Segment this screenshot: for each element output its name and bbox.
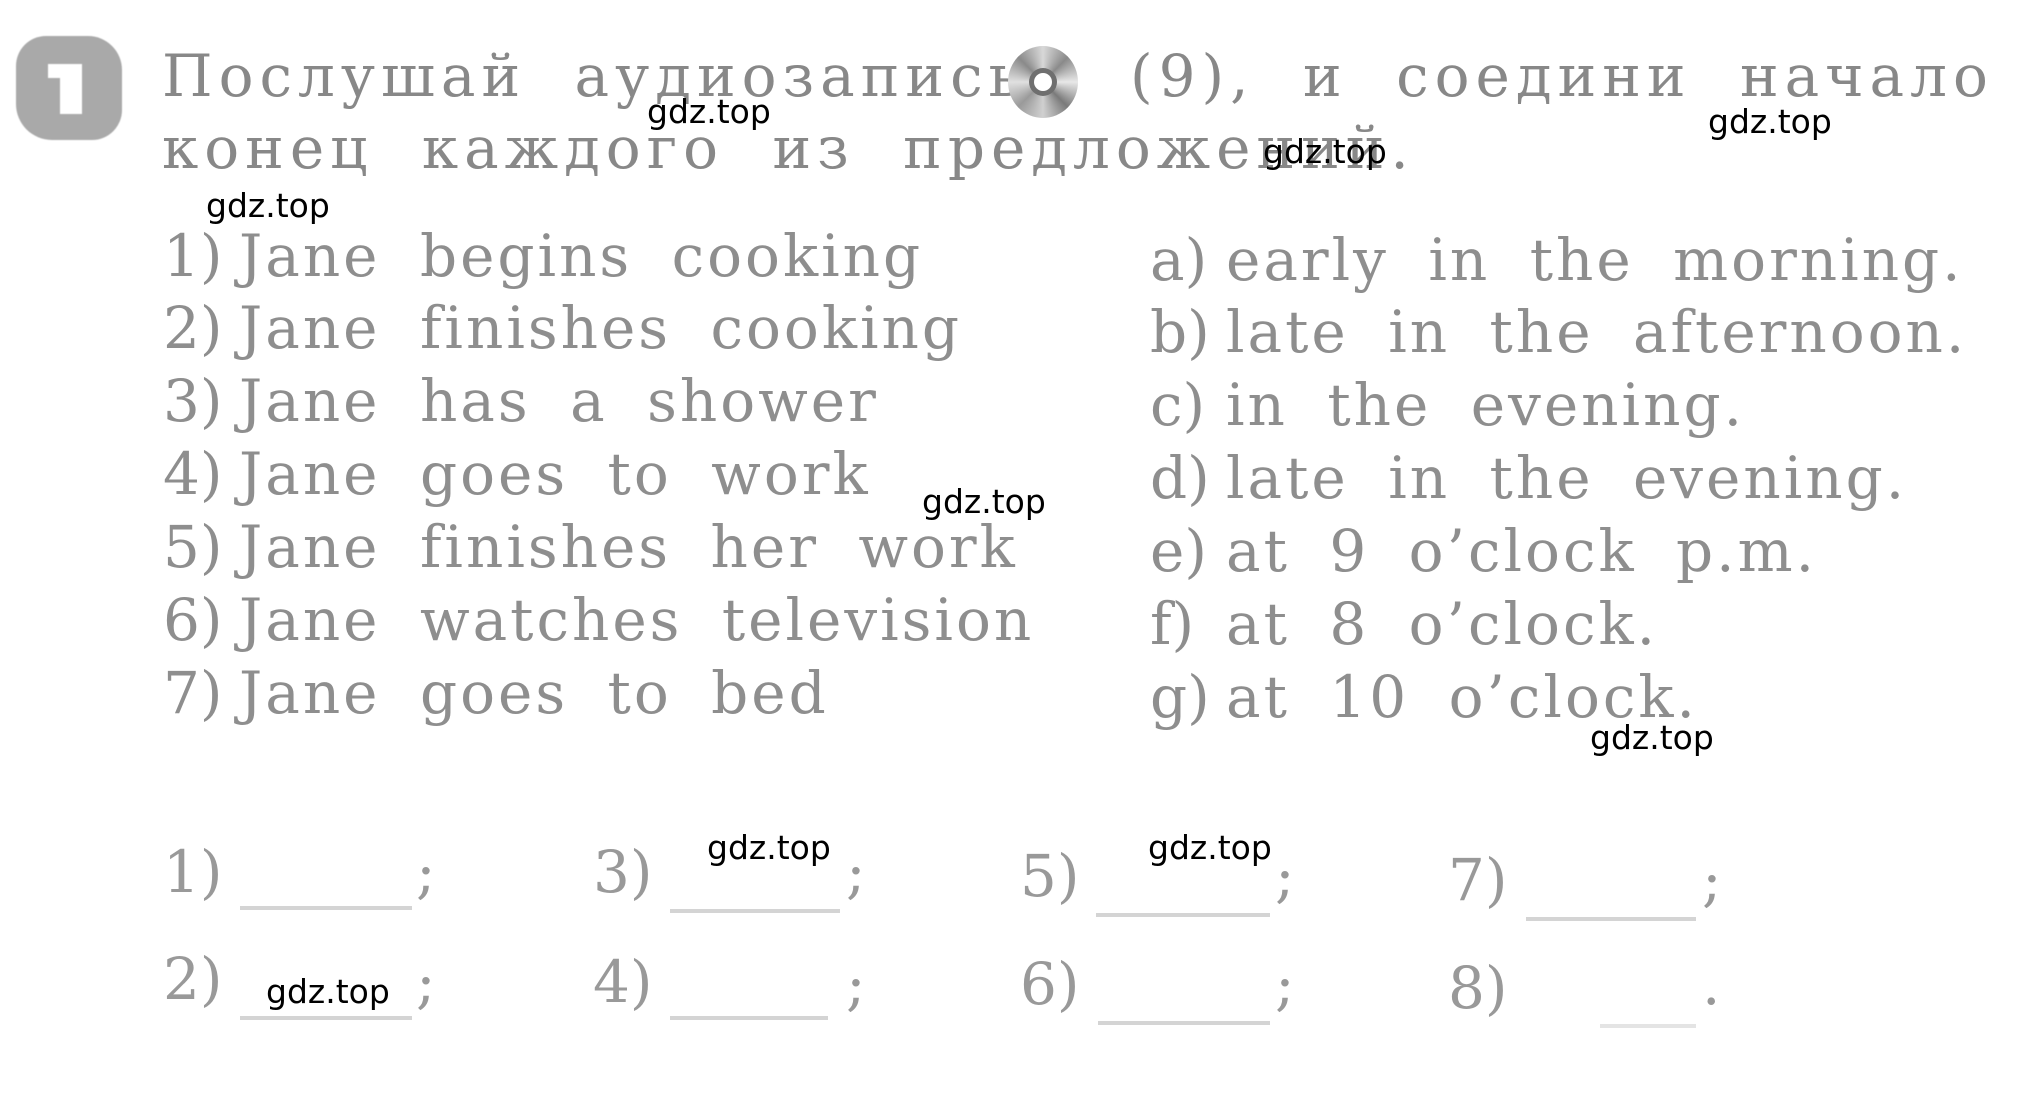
watermark: gdz.top (647, 92, 771, 131)
cd-disc-icon[interactable] (1008, 46, 1078, 118)
answer-blank-7[interactable] (1526, 917, 1696, 921)
answer-blank-2[interactable] (240, 1016, 412, 1020)
answer-label: 5) (1020, 842, 1080, 910)
answer-label: 1) (163, 838, 223, 906)
watermark: gdz.top (1148, 828, 1272, 867)
answer-blank-5[interactable] (1096, 913, 1270, 917)
answer-terminator: ; (416, 838, 436, 906)
watermark: gdz.top (1263, 132, 1387, 171)
answer-blank-6[interactable] (1098, 1021, 1270, 1025)
answer-blank-1[interactable] (240, 906, 412, 910)
ending-item: a) early in the morning. (1150, 226, 1964, 294)
answer-label: 6) (1020, 950, 1080, 1018)
beginning-item: 7) Jane goes to bed (163, 659, 829, 727)
answer-terminator: . (1702, 950, 1721, 1018)
watermark: gdz.top (1590, 718, 1714, 757)
instruction-text-part1: Послушай аудиозапись, (162, 42, 1051, 110)
ending-item: d) late in the evening. (1150, 444, 1908, 512)
watermark: gdz.top (266, 972, 390, 1011)
watermark: gdz.top (922, 482, 1046, 521)
ending-item: e) at 9 o’clock p.m. (1150, 517, 1818, 585)
beginning-item: 4) Jane goes to work (163, 440, 871, 508)
answer-blank-4[interactable] (670, 1016, 828, 1020)
watermark: gdz.top (1708, 102, 1832, 141)
answer-label: 2) (163, 945, 223, 1013)
answer-blank-3[interactable] (670, 909, 840, 913)
beginning-item: 1) Jane begins cooking (163, 222, 924, 290)
beginning-item: 6) Jane watches television (163, 586, 1035, 654)
answer-terminator: ; (1275, 842, 1295, 910)
beginning-item: 5) Jane finishes her work (163, 513, 1018, 581)
answer-terminator: ; (416, 948, 436, 1016)
beginning-item: 3) Jane has a shower (163, 367, 879, 435)
answer-label: 8) (1448, 954, 1508, 1022)
exercise-number-badge (16, 36, 122, 140)
exercise-number-glyph (48, 64, 82, 114)
ending-item: f) at 8 o’clock. (1150, 590, 1659, 658)
ending-item: c) in the evening. (1150, 371, 1746, 439)
answer-terminator: ; (1275, 950, 1295, 1018)
answer-blank-8[interactable] (1600, 1024, 1696, 1028)
beginning-item: 2) Jane finishes cooking (163, 294, 963, 362)
instruction-line-1: Послушай аудиозапись, (162, 42, 1051, 110)
answer-terminator: ; (1702, 846, 1722, 914)
answer-terminator: ; (846, 838, 866, 906)
watermark: gdz.top (206, 186, 330, 225)
answer-label: 4) (593, 948, 653, 1016)
instruction-line-2: конец каждого из предложений. (162, 114, 1415, 182)
instruction-text-part2: (9), и соедини начало и (1130, 42, 2031, 110)
answer-terminator: ; (846, 950, 866, 1018)
answer-label: 7) (1448, 846, 1508, 914)
ending-item: b) late in the afternoon. (1150, 298, 1968, 366)
watermark: gdz.top (707, 828, 831, 867)
answer-label: 3) (593, 838, 653, 906)
